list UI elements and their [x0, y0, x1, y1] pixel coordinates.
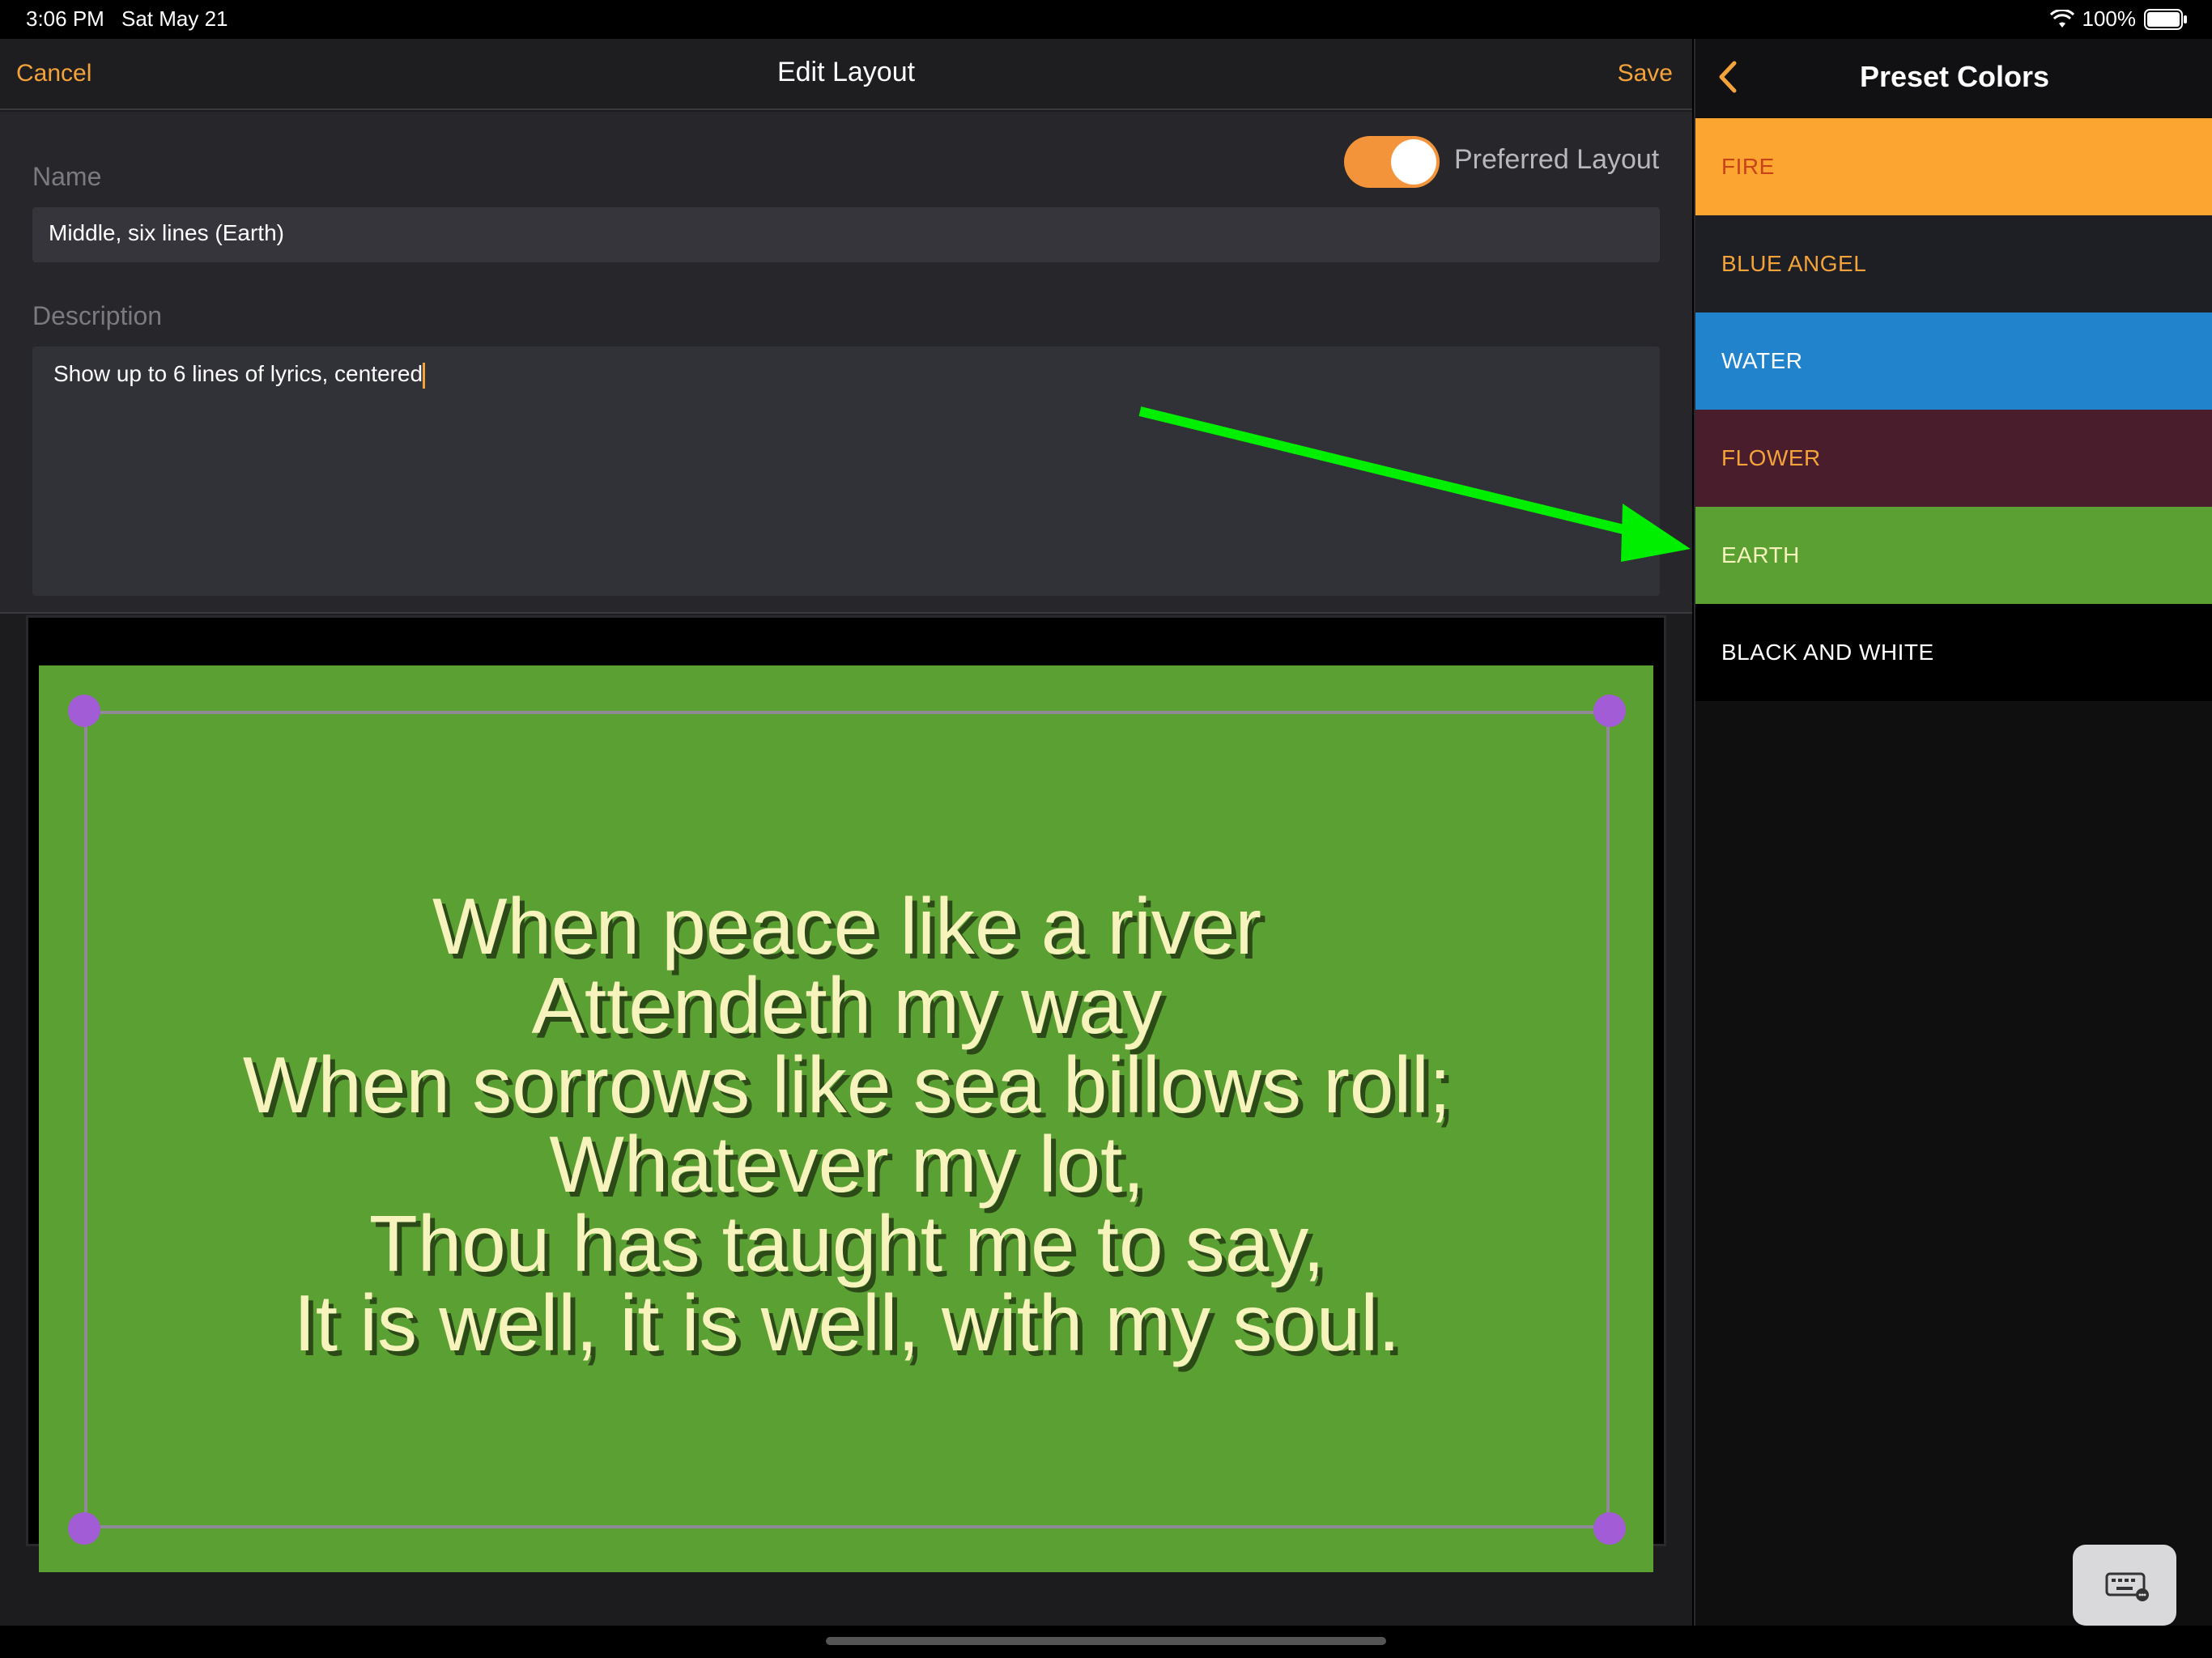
nav-bar: Cancel Edit Layout Save [0, 39, 1692, 110]
preset-label: BLACK AND WHITE [1721, 640, 1934, 665]
battery-icon [2144, 8, 2187, 30]
preferred-layout-toggle[interactable] [1344, 136, 1440, 188]
layout-form: Preferred Layout Name Middle, six lines … [0, 112, 1692, 614]
status-bar: 3:06 PM Sat May 21 100% [0, 0, 2212, 39]
lyrics-text: When peace like a river Attendeth my way… [84, 886, 1610, 1363]
name-field[interactable]: Middle, six lines (Earth) [32, 207, 1660, 262]
home-indicator [826, 1637, 1386, 1645]
description-label: Description [32, 301, 163, 330]
name-label: Name [32, 162, 102, 191]
text-cursor [423, 362, 426, 389]
preset-header: Preset Colors [1695, 39, 2212, 117]
preferred-layout-label: Preferred Layout [1454, 144, 1660, 175]
preset-label: EARTH [1721, 542, 1800, 568]
preset-water[interactable]: WATER [1695, 312, 2212, 410]
lyric-line: Thou has taught me to say, [368, 1199, 1325, 1288]
keyboard-icon [2105, 1572, 2149, 1601]
keyboard-button[interactable] [2073, 1545, 2176, 1626]
preset-label: FLOWER [1721, 445, 1821, 470]
frame-handle-top-left[interactable] [68, 695, 100, 727]
battery-percent: 100% [2082, 6, 2137, 31]
preset-flower[interactable]: FLOWER [1695, 410, 2212, 507]
wifi-icon [2049, 9, 2074, 28]
preset-earth[interactable]: EARTH [1695, 507, 2212, 604]
preset-label: BLUE ANGEL [1721, 251, 1867, 276]
name-value: Middle, six lines (Earth) [49, 220, 284, 245]
toggle-knob [1391, 139, 1436, 185]
preset-black-and-white[interactable]: BLACK AND WHITE [1695, 604, 2212, 701]
lyric-line: When peace like a river [432, 882, 1262, 971]
lyric-line: Whatever my lot, [549, 1120, 1145, 1209]
preset-blue-angel[interactable]: BLUE ANGEL [1695, 215, 2212, 312]
lyric-line: Attendeth my way [531, 961, 1163, 1050]
preset-fire[interactable]: FIRE [1695, 118, 2212, 215]
frame-handle-bottom-left[interactable] [68, 1512, 100, 1545]
lyric-line: It is well, it is well, with my soul. [293, 1278, 1401, 1367]
preset-label: WATER [1721, 348, 1803, 373]
description-value: Show up to 6 lines of lyrics, centered [53, 361, 423, 386]
lyric-line: When sorrows like sea billows roll; [242, 1040, 1452, 1129]
status-right: 100% [2049, 6, 2189, 32]
frame-handle-top-right[interactable] [1593, 695, 1626, 727]
preset-title: Preset Colors [1859, 60, 2050, 93]
preset-colors-panel: Preset Colors FIRE BLUE ANGEL WATER FLOW… [1694, 39, 2212, 1626]
status-date: Sat May 21 [121, 6, 228, 31]
status-time: 3:06 PM [26, 6, 104, 31]
page-title: Edit Layout [776, 57, 916, 87]
description-field[interactable]: Show up to 6 lines of lyrics, centered [32, 346, 1660, 596]
preset-label: FIRE [1721, 154, 1775, 179]
frame-handle-bottom-right[interactable] [1593, 1512, 1626, 1545]
save-button[interactable]: Save [1618, 60, 1673, 87]
